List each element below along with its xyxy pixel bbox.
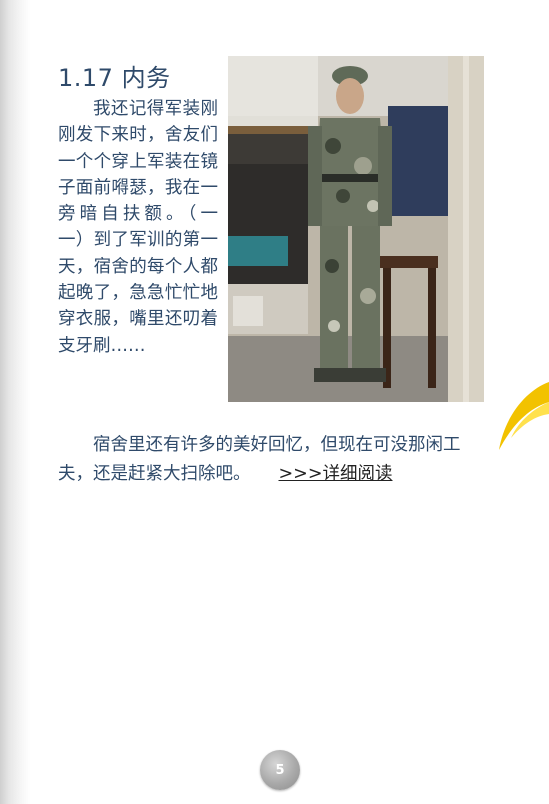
page-number-badge: 5	[260, 750, 300, 790]
dorm-photo	[228, 56, 484, 402]
page-spine-shadow	[0, 0, 30, 804]
intro-paragraph: 我还记得军装刚刚发下来时，舍友们一个个穿上军装在镜子面前嘚瑟，我在一旁暗自扶额。…	[58, 99, 218, 356]
book-page: 1.17 内务 我还记得军装刚刚发下来时，舍友们一个个穿上军装在镜子面前嘚瑟，我…	[0, 0, 549, 804]
page-curl-decoration-icon	[499, 382, 549, 450]
follow-text: 宿舍里还有许多的美好回忆，但现在可没那闲工夫，还是赶紧大扫除吧。	[58, 435, 461, 484]
section-title: 1.17 内务	[58, 64, 171, 92]
page-number: 5	[275, 762, 285, 778]
read-more-link[interactable]: >>>详细阅读	[279, 464, 393, 484]
follow-paragraph: 宿舍里还有许多的美好回忆，但现在可没那闲工夫，还是赶紧大扫除吧。 >>>详细阅读	[58, 431, 488, 489]
